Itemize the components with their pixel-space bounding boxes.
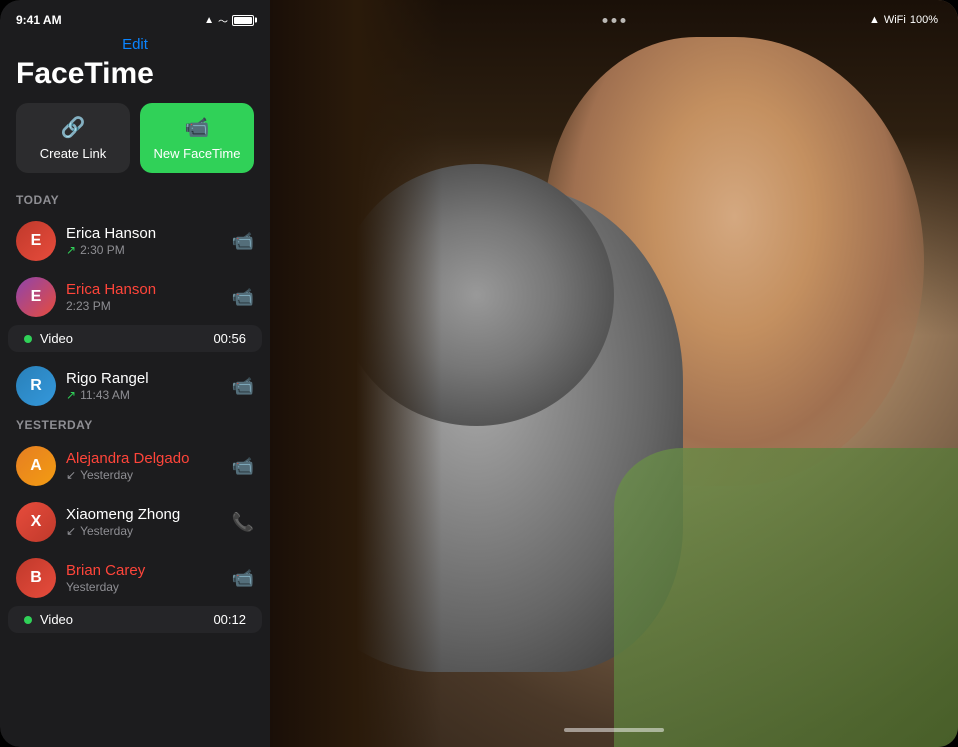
call-info-alejandra: Alejandra Delgado ↙ Yesterday <box>66 450 222 482</box>
wifi-icon: WiFi <box>884 14 906 26</box>
recording-dot-icon <box>24 335 32 343</box>
call-name-erica1: Erica Hanson <box>66 225 222 242</box>
call-list: Today E Erica Hanson ↗ 2:30 PM 📹 <box>0 189 270 747</box>
avatar-xiaomeng: X <box>16 502 56 542</box>
call-meta-rigo: ↗ 11:43 AM <box>66 388 222 402</box>
avatar-brian: B <box>16 558 56 598</box>
call-meta-brian: Yesterday <box>66 580 222 594</box>
action-buttons: 🔗 Create Link 📹 New FaceTime <box>0 103 270 189</box>
section-yesterday: Yesterday <box>0 414 270 438</box>
video-panel: ▲ WiFi 100% <box>270 0 958 747</box>
video-label-erica2: Video <box>40 331 205 346</box>
call-time-rigo: 11:43 AM <box>80 388 130 402</box>
call-info-brian: Brian Carey Yesterday <box>66 562 222 594</box>
wifi-status-icon: 〜 <box>218 13 228 28</box>
video-duration-erica2: 00:56 <box>213 331 246 346</box>
new-facetime-button[interactable]: 📹 New FaceTime <box>140 103 254 173</box>
signal-icon: ▲ <box>869 14 880 26</box>
call-time-erica2: 2:23 PM <box>66 299 111 313</box>
video-call-action-brian[interactable]: 📹 <box>232 568 254 589</box>
call-time-brian: Yesterday <box>66 580 119 594</box>
call-info-rigo: Rigo Rangel ↗ 11:43 AM <box>66 370 222 402</box>
call-name-alejandra: Alejandra Delgado <box>66 450 222 467</box>
call-meta-alejandra: ↙ Yesterday <box>66 468 222 482</box>
recording-dot-brian-icon <box>24 616 32 624</box>
call-time-alejandra: Yesterday <box>80 468 133 482</box>
video-call-action-rigo[interactable]: 📹 <box>232 376 254 397</box>
call-meta-erica2: 2:23 PM <box>66 299 222 313</box>
avatar-alejandra: A <box>16 446 56 486</box>
call-name-rigo: Rigo Rangel <box>66 370 222 387</box>
app-title: FaceTime <box>0 53 270 103</box>
video-call-action-erica2[interactable]: 📹 <box>232 287 254 308</box>
incoming-arrow-xiaomeng-icon: ↙ <box>66 524 76 538</box>
call-meta-xiaomeng: ↙ Yesterday <box>66 524 222 538</box>
scroll-indicator <box>564 728 664 732</box>
call-item-alejandra[interactable]: A Alejandra Delgado ↙ Yesterday 📹 <box>0 438 270 494</box>
call-name-erica2: Erica Hanson <box>66 281 222 298</box>
call-name-xiaomeng: Xiaomeng Zhong <box>66 506 222 523</box>
section-today: Today <box>0 189 270 213</box>
battery-icon: 100% <box>910 14 938 26</box>
call-item-erica2[interactable]: E Erica Hanson 2:23 PM 📹 <box>0 269 270 325</box>
call-item-xiaomeng[interactable]: X Xiaomeng Zhong ↙ Yesterday 📞 <box>0 494 270 550</box>
sidebar: 9:41 AM ▲ 〜 Edit FaceTime 🔗 Create Link … <box>0 0 270 747</box>
create-link-button[interactable]: 🔗 Create Link <box>16 103 130 173</box>
call-name-brian: Brian Carey <box>66 562 222 579</box>
call-item-rigo[interactable]: R Rigo Rangel ↗ 11:43 AM 📹 <box>0 358 270 414</box>
status-icons: ▲ 〜 <box>204 13 254 28</box>
call-info-xiaomeng: Xiaomeng Zhong ↙ Yesterday <box>66 506 222 538</box>
resize-handle[interactable] <box>265 0 270 747</box>
battery-indicator <box>232 15 254 26</box>
incoming-arrow-alejandra-icon: ↙ <box>66 468 76 482</box>
more-options-dots[interactable] <box>603 18 626 23</box>
new-facetime-label: New FaceTime <box>154 146 241 161</box>
app-container: Mesej video dirakam ▲ WiFi <box>0 0 958 747</box>
call-time-erica1: 2:30 PM <box>80 243 125 257</box>
avatar-erica1: E <box>16 221 56 261</box>
edit-button[interactable]: Edit <box>0 36 270 53</box>
link-icon: 🔗 <box>61 115 86 140</box>
status-bar: 9:41 AM ▲ 〜 <box>0 0 270 36</box>
status-time: 9:41 AM <box>16 13 62 27</box>
avatar-erica2: E <box>16 277 56 317</box>
call-info-erica1: Erica Hanson ↗ 2:30 PM <box>66 225 222 257</box>
video-duration-brian: 00:12 <box>213 612 246 627</box>
call-info-erica2: Erica Hanson 2:23 PM <box>66 281 222 313</box>
avatar-rigo: R <box>16 366 56 406</box>
audio-call-action-xiaomeng[interactable]: 📞 <box>232 512 254 533</box>
video-label-brian: Video <box>40 612 205 627</box>
video-call-icon: 📹 <box>185 115 210 140</box>
signal-bars-icon: ▲ <box>204 15 214 26</box>
outgoing-arrow-icon: ↗ <box>66 243 76 257</box>
video-timer-erica2[interactable]: Video 00:56 <box>8 325 262 352</box>
video-status-bar: ▲ WiFi 100% <box>869 14 938 26</box>
outgoing-arrow-rigo-icon: ↗ <box>66 388 76 402</box>
video-timer-brian[interactable]: Video 00:12 <box>8 606 262 633</box>
call-time-xiaomeng: Yesterday <box>80 524 133 538</box>
call-item-erica1[interactable]: E Erica Hanson ↗ 2:30 PM 📹 <box>0 213 270 269</box>
call-item-brian[interactable]: B Brian Carey Yesterday 📹 <box>0 550 270 606</box>
video-call-action-erica1[interactable]: 📹 <box>232 231 254 252</box>
video-call-action-alejandra[interactable]: 📹 <box>232 456 254 477</box>
call-meta-erica1: ↗ 2:30 PM <box>66 243 222 257</box>
video-background <box>270 0 958 747</box>
create-link-label: Create Link <box>40 146 106 161</box>
